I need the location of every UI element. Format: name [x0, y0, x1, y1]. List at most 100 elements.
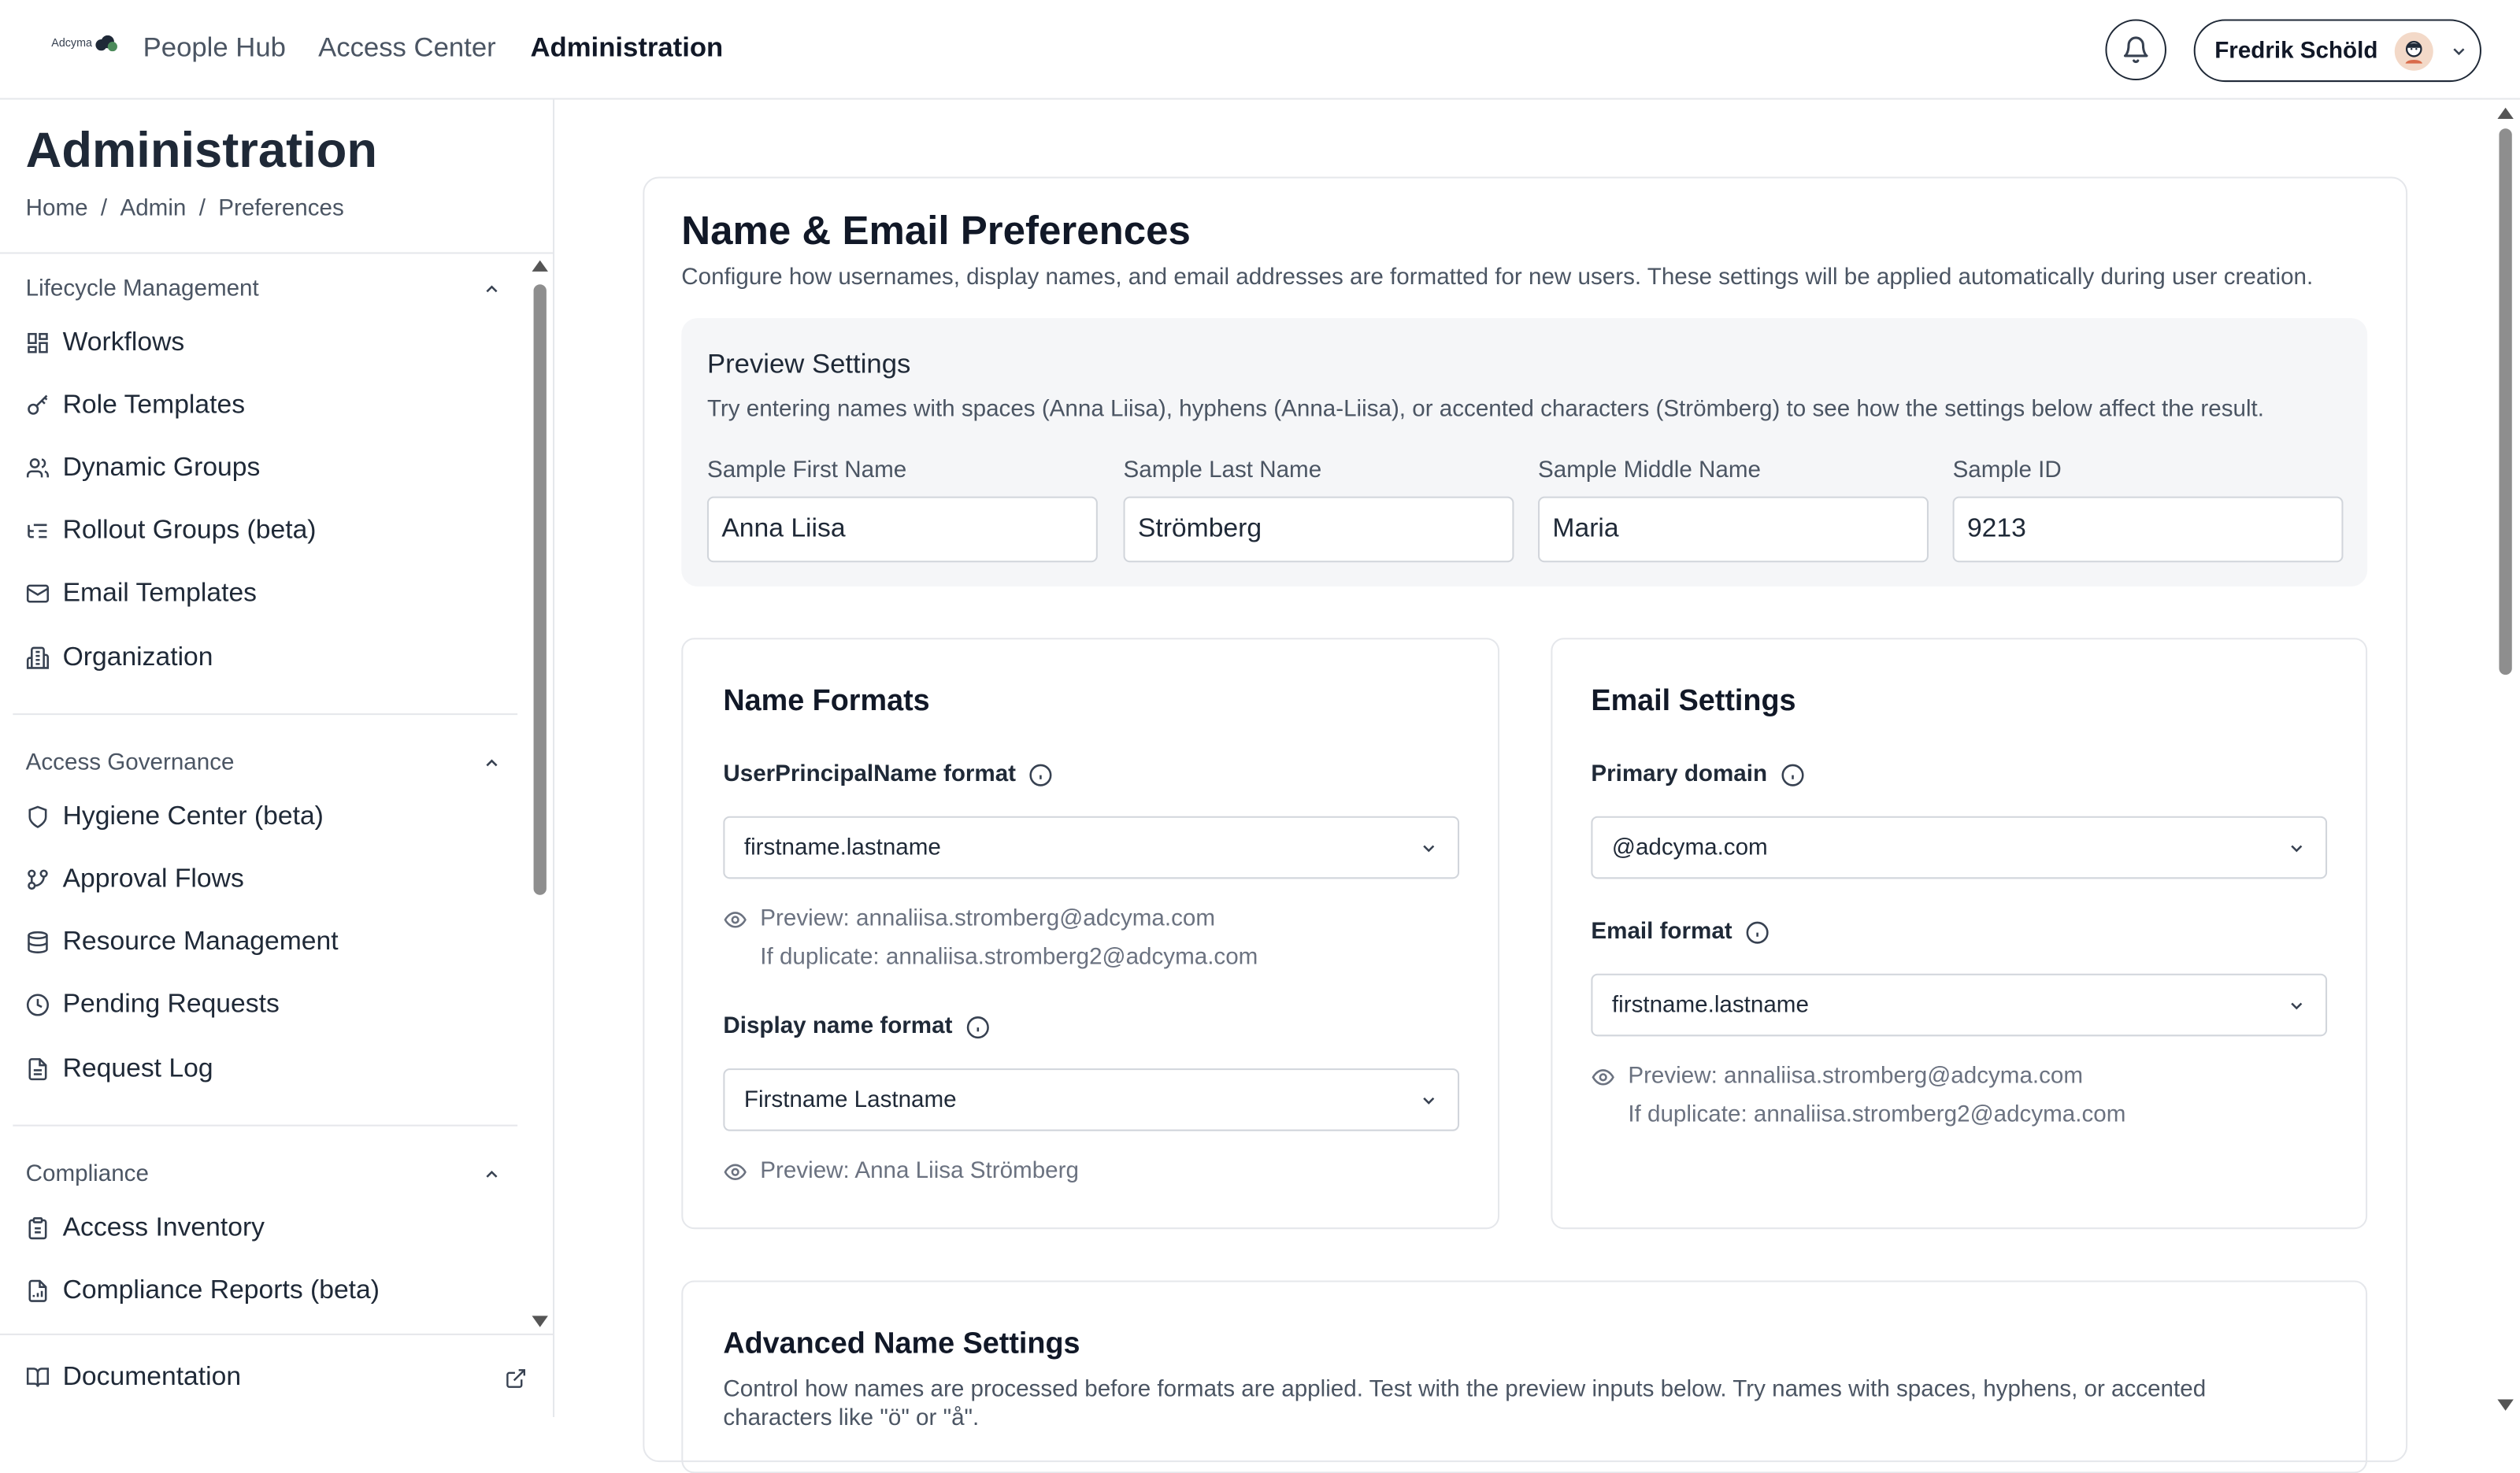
documentation-label: Documentation [62, 1362, 242, 1392]
scroll-down-arrow[interactable] [532, 1316, 548, 1327]
grid-icon [28, 332, 48, 353]
email-preview-text: Preview: annaliisa.stromberg@adcyma.com [1628, 1064, 2084, 1090]
section-access-governance[interactable]: Access Governance [26, 750, 502, 776]
sidebar-item-approval-flows[interactable]: Approval Flows [26, 864, 244, 895]
info-icon[interactable] [1028, 762, 1053, 786]
upn-duplicate-text: If duplicate: annaliisa.stromberg2@adcym… [760, 944, 1258, 971]
eye-icon [724, 1163, 747, 1179]
advanced-name-settings-description: Control how names are processed before f… [723, 1376, 2207, 1403]
notifications-button[interactable] [2105, 19, 2166, 81]
sidebar-item-label: Email Templates [62, 578, 258, 608]
sidebar-item-label: Hygiene Center (beta) [62, 801, 324, 831]
section-title: Access Governance [25, 750, 235, 776]
sidebar-item-label: Dynamic Groups [62, 453, 261, 483]
sidebar-item-documentation[interactable]: Documentation [26, 1363, 528, 1393]
divider [0, 252, 554, 254]
section-description: Configure how usernames, display names, … [681, 265, 2314, 291]
sidebar-item-request-log[interactable]: Request Log [26, 1054, 213, 1085]
chevron-down-icon [2291, 1001, 2303, 1009]
breadcrumb-separator: / [100, 195, 108, 222]
email-format-select[interactable]: firstname.lastname [1591, 973, 2328, 1037]
info-icon[interactable] [965, 1015, 990, 1039]
book-icon [26, 1368, 49, 1387]
sidebar-item-hygiene-center[interactable]: Hygiene Center (beta) [26, 801, 324, 832]
name-formats-card [681, 638, 1500, 1230]
sample-last-name-input[interactable] [1123, 496, 1514, 563]
sidebar-item-label: Compliance Reports (beta) [62, 1275, 380, 1305]
git-branch-icon [28, 869, 48, 890]
chevron-down-icon [1423, 844, 1435, 852]
sidebar-item-label: Request Log [62, 1053, 213, 1083]
app-root: Adcyma People Hub Access Center Administ… [0, 0, 2520, 1473]
sidebar-item-workflows[interactable]: Workflows [26, 328, 185, 358]
section-title: Name & Email Preferences [681, 209, 1191, 254]
sidebar-item-label: Approval Flows [62, 864, 244, 894]
main-scroll-down-arrow[interactable] [2497, 1399, 2514, 1411]
info-icon[interactable] [1780, 762, 1804, 786]
file-text-icon [28, 1058, 47, 1081]
main-scroll-up-arrow[interactable] [2497, 107, 2514, 120]
nav-administration[interactable]: Administration [530, 32, 723, 65]
sidebar-item-access-inventory[interactable]: Access Inventory [26, 1213, 265, 1244]
primary-domain-select[interactable]: @adcyma.com [1591, 816, 2328, 879]
sidebar-item-pending-requests[interactable]: Pending Requests [26, 990, 280, 1020]
breadcrumb: Home / Admin / Preferences [26, 196, 344, 222]
upn-preview-text: Preview: annaliisa.stromberg@adcyma.com [760, 906, 1216, 932]
sample-first-name-input[interactable] [706, 496, 1098, 563]
file-chart-icon [28, 1279, 47, 1302]
sidebar-item-rollout-groups[interactable]: Rollout Groups (beta) [26, 516, 317, 546]
building-icon [26, 646, 49, 669]
sidebar-scrollbar[interactable] [533, 284, 547, 895]
sidebar-item-compliance-reports[interactable]: Compliance Reports (beta) [26, 1275, 380, 1306]
main-scrollbar[interactable] [2499, 128, 2512, 675]
name-formats-title: Name Formats [723, 683, 930, 717]
email-format-label-text: Email format [1591, 919, 1732, 945]
info-icon[interactable] [1745, 920, 1770, 944]
email-duplicate-text: If duplicate: annaliisa.stromberg2@adcym… [1628, 1101, 2126, 1128]
email-format-label: Email format [1591, 919, 1769, 945]
display-name-format-select[interactable]: Firstname Lastname [723, 1068, 1460, 1131]
breadcrumb-admin[interactable]: Admin [120, 196, 186, 222]
email-preview: Preview: annaliisa.stromberg@adcyma.com [1591, 1064, 2083, 1090]
top-bar: Adcyma People Hub Access Center Administ… [0, 0, 2520, 100]
preview-settings-title: Preview Settings [706, 348, 911, 379]
bell-icon [2123, 36, 2148, 64]
divider [0, 1333, 554, 1335]
primary-domain-label-text: Primary domain [1591, 761, 1768, 787]
sidebar-item-label: Workflows [62, 328, 185, 357]
breadcrumb-preferences: Preferences [218, 195, 344, 222]
sidebar-item-dynamic-groups[interactable]: Dynamic Groups [26, 453, 261, 484]
sidebar-item-resource-management[interactable]: Resource Management [26, 927, 339, 958]
sidebar-item-label: Organization [62, 642, 213, 672]
sidebar-item-organization[interactable]: Organization [26, 642, 213, 673]
divider [13, 713, 518, 716]
section-lifecycle-management[interactable]: Lifecycle Management [26, 276, 502, 302]
upn-format-select[interactable]: firstname.lastname [723, 816, 1460, 879]
clipboard-icon [28, 1217, 47, 1240]
upn-preview: Preview: annaliisa.stromberg@adcyma.com [723, 906, 1215, 932]
nav-people-hub[interactable]: People Hub [143, 32, 286, 65]
user-menu-button[interactable]: Fredrik Schöld [2193, 19, 2481, 83]
nav-access-center[interactable]: Access Center [318, 32, 496, 65]
database-icon [28, 931, 48, 953]
sidebar-item-label: Access Inventory [62, 1212, 265, 1242]
sample-id-input[interactable] [1952, 496, 2344, 563]
eye-icon [724, 911, 747, 927]
shield-icon [28, 805, 47, 828]
breadcrumb-home[interactable]: Home [26, 196, 88, 222]
chevron-up-icon [486, 285, 498, 293]
mail-icon [26, 584, 49, 603]
cloud-logo-icon [96, 35, 118, 52]
sample-id-label: Sample ID [1952, 457, 2062, 484]
scroll-up-arrow[interactable] [532, 260, 548, 272]
sidebar-item-email-templates[interactable]: Email Templates [26, 579, 257, 609]
sidebar: Administration Home / Admin / Preference… [0, 99, 555, 1417]
divider [13, 1124, 518, 1127]
display-name-preview: Preview: Anna Liisa Strömberg [723, 1158, 1079, 1184]
section-title: Compliance [25, 1161, 149, 1188]
logo[interactable]: Adcyma [51, 35, 118, 52]
breadcrumb-separator: / [198, 195, 206, 222]
sample-middle-name-input[interactable] [1538, 496, 1929, 563]
sidebar-item-role-templates[interactable]: Role Templates [26, 390, 245, 421]
section-compliance[interactable]: Compliance [26, 1161, 502, 1187]
